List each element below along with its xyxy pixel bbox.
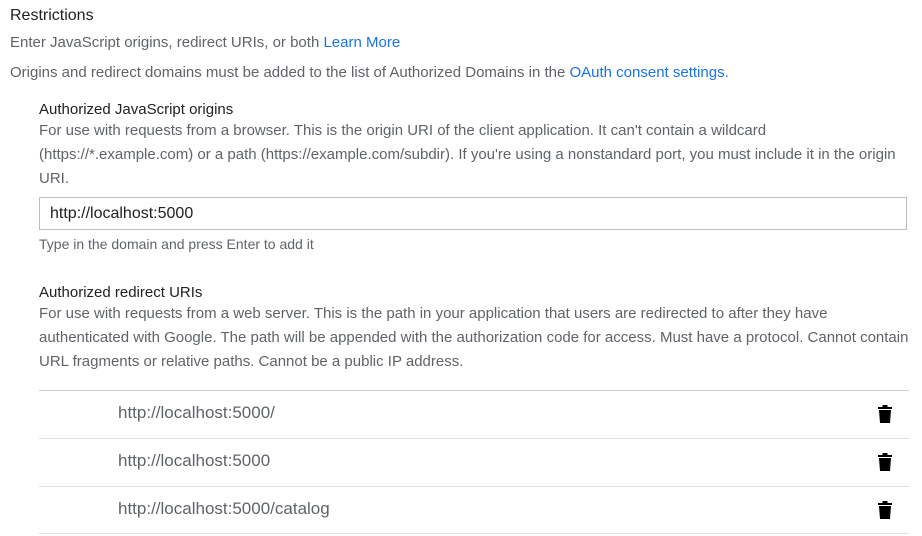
js-origin-field[interactable] [39,197,907,230]
authorized-domains-note-text: Origins and redirect domains must be add… [10,64,566,81]
redirect-uris-description: For use with requests from a web server.… [39,305,909,370]
redirect-uris-title: Authorized redirect URIs [39,284,203,301]
redirect-uri-row: http://localhost:5000 [39,438,909,486]
redirect-uri-row: http://localhost:5000/catalog [39,486,909,534]
oauth-consent-period: . [724,64,729,81]
redirect-uri-text: http://localhost:5000/catalog [118,499,330,518]
learn-more-link[interactable]: Learn More [323,34,400,51]
oauth-consent-settings-link[interactable]: OAuth consent settings [569,64,724,81]
redirect-uri-row: http://localhost:5000/ [39,390,909,438]
trash-icon[interactable] [875,403,895,425]
js-origin-input[interactable] [40,198,906,229]
js-origins-title: Authorized JavaScript origins [39,101,234,118]
restrictions-title: Restrictions [10,7,94,24]
js-origins-description: For use with requests from a browser. Th… [39,122,896,187]
restrictions-subtitle: Enter JavaScript origins, redirect URIs,… [10,34,400,51]
trash-icon-glyph [878,405,892,423]
redirect-uri-list: http://localhost:5000/ http://localhost:… [39,390,909,534]
redirect-uri-text: http://localhost:5000/ [118,403,275,422]
trash-icon[interactable] [875,499,895,521]
trash-icon-glyph [878,453,892,471]
restrictions-subtitle-text: Enter JavaScript origins, redirect URIs,… [10,34,320,51]
js-origin-hint: Type in the domain and press Enter to ad… [39,236,314,252]
redirect-uri-text: http://localhost:5000 [118,451,271,470]
trash-icon-glyph [878,501,892,519]
authorized-domains-note: Origins and redirect domains must be add… [10,64,729,81]
trash-icon[interactable] [875,451,895,473]
